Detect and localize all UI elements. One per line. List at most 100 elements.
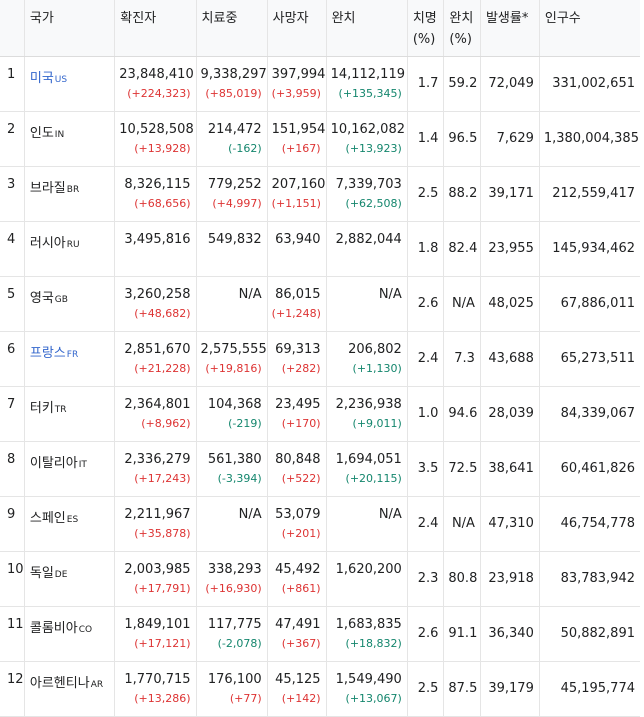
confirmed-cell-value: 3,260,258: [124, 287, 191, 302]
rank-cell: 3: [0, 166, 25, 222]
recovery-rate-cell: 87.5: [443, 661, 481, 717]
country-code: DE: [54, 570, 68, 580]
active-cell: 214,472 (-162): [196, 111, 268, 167]
cfr-cell: 2.5: [407, 661, 445, 717]
active-cell-value: 117,775: [207, 617, 262, 632]
country-code: BR: [66, 185, 80, 195]
confirmed-cell-value: 1,849,101: [124, 617, 191, 632]
header-active[interactable]: 치료중: [196, 0, 268, 57]
active-cell-delta: (+19,816): [205, 362, 262, 375]
rank-cell: 7: [0, 386, 25, 442]
recovery-rate-cell: 59.2: [443, 56, 481, 112]
country-link[interactable]: 프랑스: [30, 346, 66, 361]
recovered-cell: 2,882,044: [326, 221, 408, 277]
deaths-cell-delta: (+1,248): [271, 307, 321, 320]
deaths-cell: 397,994 (+3,959): [267, 56, 327, 112]
country-cell[interactable]: 미국US: [24, 56, 116, 112]
cfr-cell-value: 2.4: [417, 351, 439, 366]
recovered-cell-value: 1,620,200: [335, 562, 402, 577]
incidence-cell: 47,310: [480, 496, 540, 552]
country-cell: 브라질BR: [24, 166, 116, 222]
recovery-rate-cell-value: 7.3: [454, 351, 475, 366]
recovered-cell-value: 1,683,835: [335, 617, 402, 632]
incidence-cell-value: 43,688: [488, 351, 534, 366]
rank-cell: 8: [0, 441, 25, 497]
header-incidence[interactable]: 발생률*: [480, 0, 540, 57]
population-cell-value: 83,783,942: [560, 571, 635, 586]
header-recovery-rate[interactable]: 완치 (%): [443, 0, 481, 57]
deaths-cell-value: 63,940: [275, 232, 321, 247]
country-cell: 이탈리아IT: [24, 441, 116, 497]
deaths-cell-delta: (+201): [281, 527, 321, 540]
deaths-cell-value: 207,160: [271, 177, 326, 192]
deaths-cell-delta: (+142): [281, 692, 321, 705]
rank-cell: 4: [0, 221, 25, 277]
country-code: CO: [78, 625, 93, 635]
recovery-rate-cell-value: N/A: [451, 296, 475, 311]
population-cell-value: 50,882,891: [560, 626, 635, 641]
recovery-rate-cell-value: 80.8: [448, 571, 478, 586]
deaths-cell-value: 45,125: [275, 672, 321, 687]
header-deaths[interactable]: 사망자: [267, 0, 327, 57]
confirmed-cell-value: 2,211,967: [124, 507, 191, 522]
recovered-cell-value: 2,236,938: [335, 397, 402, 412]
recovered-cell: 7,339,703 (+62,508): [326, 166, 408, 222]
cfr-cell: 2.4: [407, 331, 445, 387]
confirmed-cell-delta: (+35,878): [134, 527, 191, 540]
confirmed-cell-delta: (+224,323): [127, 87, 191, 100]
header-country[interactable]: 국가: [24, 0, 116, 57]
incidence-cell: 48,025: [480, 276, 540, 332]
confirmed-cell: 1,849,101 (+17,121): [114, 606, 197, 662]
country-cell: 러시아RU: [24, 221, 116, 277]
confirmed-cell-delta: (+48,682): [134, 307, 191, 320]
incidence-cell-value: 72,049: [488, 76, 534, 91]
cfr-cell-value: 2.6: [417, 626, 439, 641]
country-cell[interactable]: 프랑스FR: [24, 331, 116, 387]
rank-cell: 2: [0, 111, 25, 167]
recovery-rate-cell: 7.3: [443, 331, 481, 387]
incidence-cell-value: 36,340: [488, 626, 534, 641]
population-cell: 84,339,067: [539, 386, 640, 442]
incidence-cell-value: 7,629: [496, 131, 534, 146]
incidence-cell: 28,039: [480, 386, 540, 442]
recovered-cell: 2,236,938 (+9,011): [326, 386, 408, 442]
country-name: 아르헨티나: [29, 676, 90, 691]
recovery-rate-cell: 82.4: [443, 221, 481, 277]
header-population[interactable]: 인구수: [539, 0, 640, 57]
recovery-rate-cell-value: 96.5: [448, 131, 478, 146]
active-cell-value: 214,472: [207, 122, 262, 137]
active-cell-value: 561,380: [207, 452, 262, 467]
header-confirmed[interactable]: 확진자: [114, 0, 197, 57]
header-cfr[interactable]: 치명 (%): [407, 0, 445, 57]
incidence-cell: 23,955: [480, 221, 540, 277]
confirmed-cell-delta: (+13,928): [134, 142, 191, 155]
incidence-cell-value: 23,918: [488, 571, 534, 586]
confirmed-cell: 3,260,258 (+48,682): [114, 276, 197, 332]
country-link[interactable]: 미국: [30, 71, 54, 86]
cfr-cell: 2.6: [407, 606, 445, 662]
recovered-cell-delta: (+13,923): [345, 142, 402, 155]
active-cell-value: N/A: [238, 507, 262, 522]
deaths-cell-value: 45,492: [275, 562, 321, 577]
recovered-cell-value: 10,162,082: [330, 122, 405, 137]
cfr-cell-value: 2.5: [417, 186, 439, 201]
header-recovered[interactable]: 완치: [326, 0, 408, 57]
incidence-cell: 38,641: [480, 441, 540, 497]
country-code: TR: [54, 405, 67, 415]
table-row: 7 터키TR 2,364,801 (+8,962) 104,368 (-219) 23,49…: [0, 386, 640, 442]
active-cell: 9,338,297 (+85,019): [196, 56, 268, 112]
table-row: 3 브라질BR 8,326,115 (+68,656) 779,252 (+4,997) 2…: [0, 166, 640, 222]
confirmed-cell-delta: (+68,656): [134, 197, 191, 210]
recovered-cell: 1,620,200: [326, 551, 408, 607]
recovery-rate-cell: N/A: [443, 496, 481, 552]
population-cell-value: 212,559,417: [552, 186, 635, 201]
table-row: 11 콜롬비아CO 1,849,101 (+17,121) 117,775 (-2,078…: [0, 606, 640, 662]
cfr-cell-value: 2.3: [417, 571, 439, 586]
recovered-cell-delta: (+135,345): [338, 87, 402, 100]
deaths-cell: 45,125 (+142): [267, 661, 327, 717]
deaths-cell-value: 397,994: [271, 67, 326, 82]
recovery-rate-cell-value: 91.1: [448, 626, 478, 641]
deaths-cell: 69,313 (+282): [267, 331, 327, 387]
cfr-cell-value: 1.0: [417, 406, 439, 421]
population-cell-value: 45,195,774: [560, 681, 635, 696]
